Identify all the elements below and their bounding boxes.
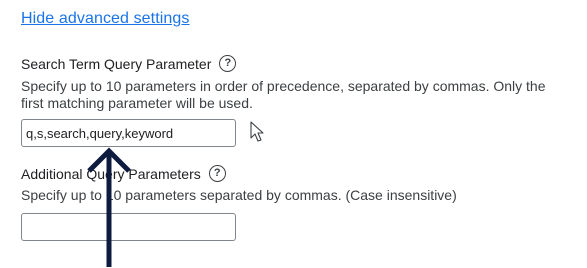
hide-advanced-settings-link[interactable]: Hide advanced settings xyxy=(21,10,190,28)
search-term-input[interactable] xyxy=(21,119,236,147)
help-circle-icon[interactable]: ? xyxy=(219,55,237,72)
up-arrow-icon xyxy=(87,147,131,267)
help-circle-icon[interactable]: ? xyxy=(208,165,226,182)
search-term-label-text: Search Term Query Parameter xyxy=(21,55,212,72)
search-term-query-parameter-label: Search Term Query Parameter ? xyxy=(21,55,237,72)
search-term-description: Specify up to 10 parameters in order of … xyxy=(21,78,546,112)
mouse-pointer-icon xyxy=(250,121,264,142)
search-term-description-line1: Specify up to 10 parameters in order of … xyxy=(21,78,546,94)
search-term-description-line2: first matching parameter will be used. xyxy=(21,95,253,111)
